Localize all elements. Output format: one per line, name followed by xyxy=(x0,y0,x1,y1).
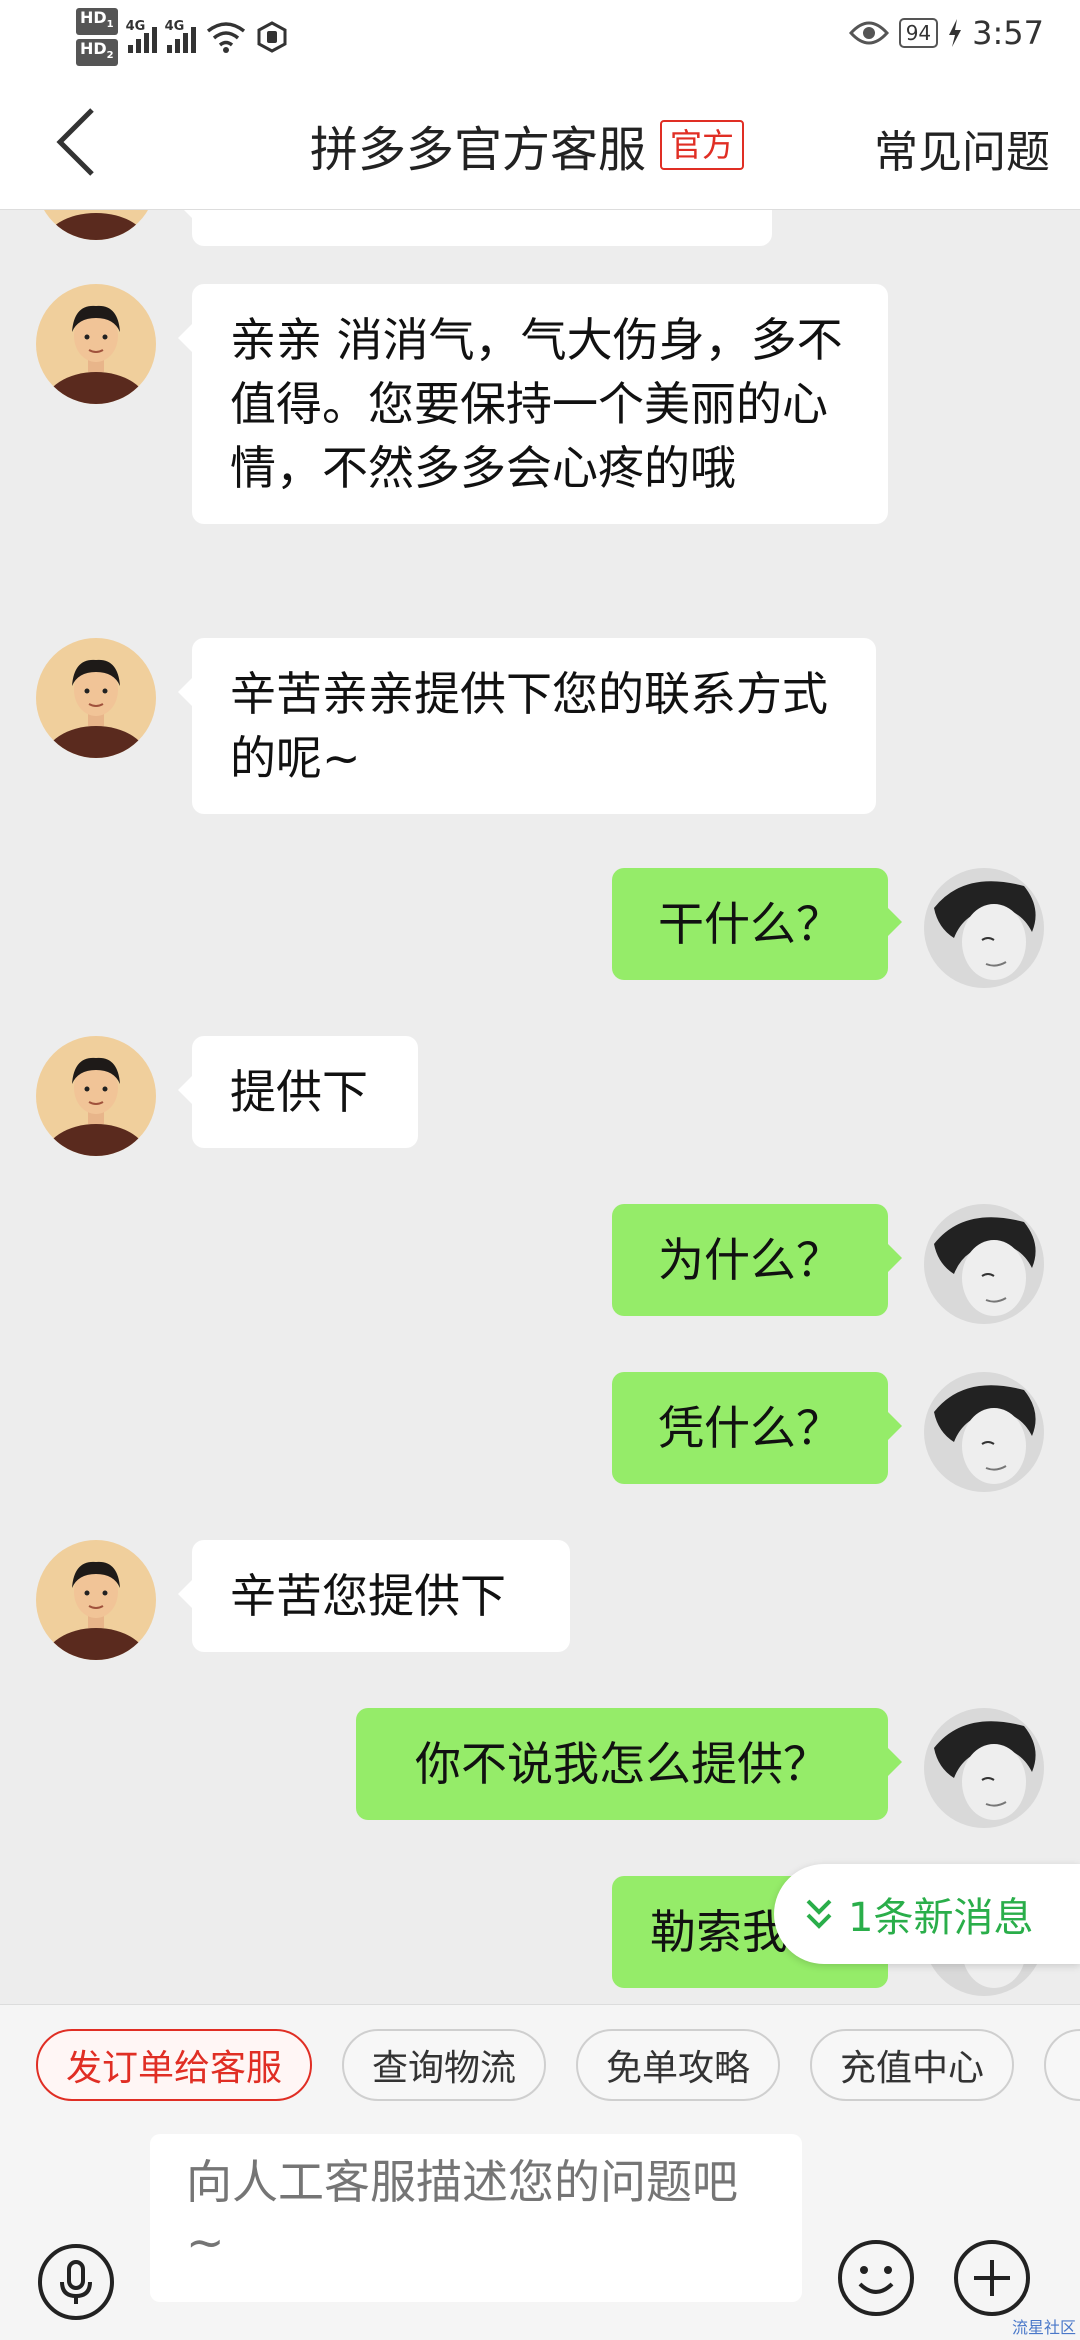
input-bar: 流星社区 xyxy=(0,2126,1080,2340)
net1-label: 4G xyxy=(125,19,146,35)
clock: 3:57 xyxy=(972,14,1044,52)
user-avatar-image xyxy=(924,1204,1044,1324)
sim2-index: 2 xyxy=(106,50,114,62)
message-text: 干什么？ xyxy=(612,868,902,980)
user-avatar xyxy=(924,868,1044,988)
smile-icon xyxy=(838,2240,914,2316)
message-bubble-partial xyxy=(178,210,772,246)
message-list[interactable]: 亲亲 消消气，气大伤身，多不值得。您要保持一个美丽的心情，不然多多会心疼的哦 辛… xyxy=(0,210,1080,2004)
sim1-label: HD xyxy=(80,8,107,27)
more-button[interactable] xyxy=(952,2238,1032,2318)
sim1-index: 1 xyxy=(106,19,114,31)
watermark: 流星社区 xyxy=(1011,2318,1076,2337)
message-text: 提供下 xyxy=(178,1036,418,1148)
plus-icon xyxy=(954,2240,1030,2316)
sim2-label: HD xyxy=(80,39,107,59)
user-avatar xyxy=(924,1204,1044,1324)
user-avatar-image xyxy=(924,868,1044,988)
agent-avatar-image xyxy=(36,1540,156,1660)
charging-icon xyxy=(949,19,962,47)
agent-avatar xyxy=(36,1540,156,1660)
official-badge: 官方 xyxy=(660,120,745,170)
title-group: 拼多多官方客服 官方 xyxy=(310,110,745,180)
eye-icon xyxy=(848,21,889,45)
signal-icon-2: 4G xyxy=(164,19,196,54)
chat-header: 拼多多官方客服 官方 常见问题 xyxy=(0,72,1080,210)
status-right: 94 3:57 xyxy=(848,14,1044,52)
message-text: 辛苦亲亲提供下您的联系方式的呢~ xyxy=(178,638,876,814)
user-avatar-image xyxy=(924,1708,1044,1828)
user-avatar xyxy=(924,1708,1044,1828)
agent-avatar-image xyxy=(36,210,156,240)
wifi-icon xyxy=(206,22,245,54)
chevron-left-icon xyxy=(56,108,94,176)
emoji-button[interactable] xyxy=(836,2238,916,2318)
new-message-button[interactable]: 1条新消息 xyxy=(774,1864,1080,1964)
faq-link[interactable]: 常见问题 xyxy=(874,116,1050,180)
agent-avatar xyxy=(36,284,156,404)
track-shipping-chip[interactable]: 查询物流 xyxy=(342,2029,546,2101)
message-text: 你不说我怎么提供？ xyxy=(356,1708,902,1820)
agent-avatar xyxy=(36,1036,156,1156)
battery-indicator: 94 xyxy=(898,18,939,48)
status-left: HD1 HD2 4G 4G xyxy=(76,8,288,67)
quick-action-bar[interactable]: 发订单给客服 查询物流 免单攻略 充值中心 xyxy=(0,2004,1080,2126)
recharge-center-chip[interactable]: 充值中心 xyxy=(810,2029,1014,2101)
net2-label: 4G xyxy=(164,19,185,35)
more-chip-partial[interactable] xyxy=(1044,2029,1080,2101)
send-order-chip[interactable]: 发订单给客服 xyxy=(36,2029,312,2101)
user-avatar-image xyxy=(924,1372,1044,1492)
message-text: 辛苦您提供下 xyxy=(178,1540,570,1652)
status-bar: HD1 HD2 4G 4G 94 3:57 xyxy=(0,0,1080,72)
signal-icon-1: 4G xyxy=(125,19,157,54)
message-text: 亲亲 消消气，气大伤身，多不值得。您要保持一个美丽的心情，不然多多会心疼的哦 xyxy=(178,284,888,524)
agent-avatar-image xyxy=(36,284,156,404)
double-chevron-down-icon xyxy=(806,1899,832,1929)
agent-avatar xyxy=(36,638,156,758)
voice-button[interactable] xyxy=(36,2242,116,2322)
free-order-guide-chip[interactable]: 免单攻略 xyxy=(576,2029,780,2101)
microphone-icon xyxy=(38,2244,114,2320)
new-message-label: 1条新消息 xyxy=(848,1895,1034,1941)
message-input[interactable] xyxy=(150,2134,802,2302)
agent-avatar-image xyxy=(36,1036,156,1156)
back-button[interactable] xyxy=(48,102,108,182)
message-text: 为什么？ xyxy=(612,1204,902,1316)
sim1-hd-badge: HD1 xyxy=(76,8,118,36)
message-text: 凭什么？ xyxy=(612,1372,902,1484)
hand-shield-icon xyxy=(257,21,287,53)
agent-avatar xyxy=(36,210,156,240)
dual-sim-indicator: HD1 HD2 xyxy=(76,8,118,67)
sim2-hd-badge: HD2 xyxy=(76,39,118,67)
user-avatar xyxy=(924,1372,1044,1492)
agent-avatar-image xyxy=(36,638,156,758)
page-title: 拼多多官方客服 xyxy=(310,122,647,178)
